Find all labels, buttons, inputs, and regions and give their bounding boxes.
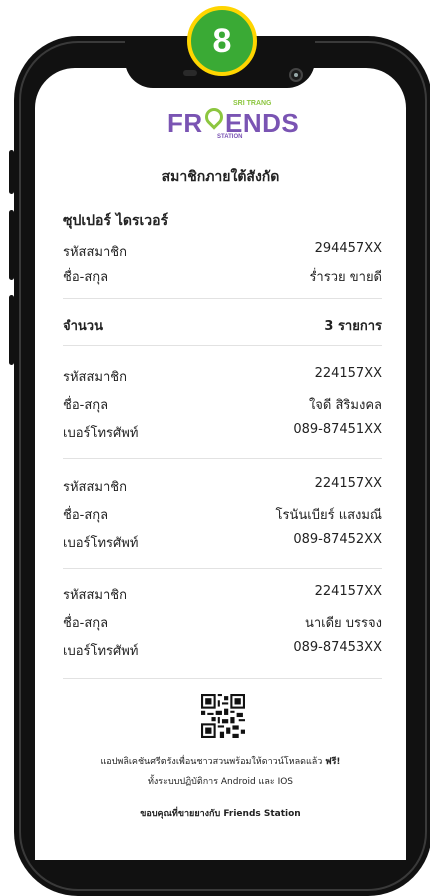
driver-name-value: ร่ำรวย ขายดี xyxy=(309,270,382,285)
divider xyxy=(63,345,382,346)
member-name-row: ชื่อ-สกุล โรนันเบียร์ แสงมณี xyxy=(63,504,382,525)
member-id-label: รหัสสมาชิก xyxy=(63,480,127,495)
member-name-value: โรนันเบียร์ แสงมณี xyxy=(275,508,382,523)
divider xyxy=(63,678,382,679)
footer-line1: แอปพลิเคชันศรีตรังเพื่อนชาวสวนพร้อมให้ดา… xyxy=(100,757,326,767)
member-id-label: รหัสสมาชิก xyxy=(63,370,127,385)
divider xyxy=(63,298,382,299)
qr-code[interactable] xyxy=(201,694,245,738)
member-phone-row: เบอร์โทรศัพท์ 089-87452XX xyxy=(63,532,382,553)
logo-station: STATION xyxy=(217,134,243,140)
volume-up-button xyxy=(9,210,14,280)
member-id-label: รหัสสมาชิก xyxy=(63,588,127,603)
member-name-label: ชื่อ-สกุล xyxy=(63,508,109,523)
volume-down-button xyxy=(9,295,14,365)
member-id-value: 224157XX xyxy=(314,476,382,491)
logo-fr: FR xyxy=(167,108,203,138)
member-id-row: รหัสสมาชิก 224157XX xyxy=(63,584,382,605)
footer-download-text: แอปพลิเคชันศรีตรังเพื่อนชาวสวนพร้อมให้ดา… xyxy=(35,754,406,768)
member-name-label: ชื่อ-สกุล xyxy=(63,616,109,631)
camera-icon xyxy=(289,68,303,82)
member-phone-value: 089-87453XX xyxy=(293,640,382,655)
driver-id-row: รหัสสมาชิก 294457XX xyxy=(63,241,382,262)
member-phone-label: เบอร์โทรศัพท์ xyxy=(63,644,139,659)
speaker-icon xyxy=(183,70,197,76)
member-phone-value: 089-87451XX xyxy=(293,422,382,437)
member-id-value: 224157XX xyxy=(314,366,382,381)
footer-platforms: ทั้งระบบปฏิบัติการ Android และ IOS xyxy=(147,777,294,787)
member-name-value: ใจดี สิริมงคล xyxy=(308,398,382,413)
footer-thanks: ขอบคุณที่ขายยางกับ Friends Station xyxy=(140,809,301,819)
app-screen: SRI TRANG FR ENDS STATION สมาชิกภายใต้สั… xyxy=(35,68,406,860)
member-id-row: รหัสสมาชิก 224157XX xyxy=(63,476,382,497)
divider xyxy=(63,458,382,459)
step-number-badge: 8 xyxy=(187,6,257,76)
driver-name-row: ชื่อ-สกุล ร่ำรวย ขายดี xyxy=(63,266,382,287)
member-phone-label: เบอร์โทรศัพท์ xyxy=(63,536,139,551)
driver-heading: ซุปเปอร์ ไดรเวอร์ xyxy=(63,213,169,229)
member-id-value: 224157XX xyxy=(314,584,382,599)
logo-sri-trang: SRI TRANG xyxy=(233,100,272,107)
member-phone-value: 089-87452XX xyxy=(293,532,382,547)
member-id-row: รหัสสมาชิก 224157XX xyxy=(63,366,382,387)
mute-button xyxy=(9,150,14,194)
member-name-value: นาเดีย บรรจง xyxy=(304,616,382,631)
count-value: 3 รายการ xyxy=(324,319,382,334)
driver-id-label: รหัสสมาชิก xyxy=(63,245,127,260)
count-row: จำนวน 3 รายการ xyxy=(63,315,382,336)
location-pin-icon xyxy=(201,104,227,130)
divider xyxy=(63,568,382,569)
member-name-row: ชื่อ-สกุล นาเดีย บรรจง xyxy=(63,612,382,633)
driver-name-label: ชื่อ-สกุล xyxy=(63,270,109,285)
count-label: จำนวน xyxy=(63,319,103,334)
page-title: สมาชิกภายใต้สังกัด xyxy=(161,169,280,185)
friends-station-logo: SRI TRANG FR ENDS STATION xyxy=(167,100,299,144)
member-name-row: ชื่อ-สกุล ใจดี สิริมงคล xyxy=(63,394,382,415)
member-phone-row: เบอร์โทรศัพท์ 089-87453XX xyxy=(63,640,382,661)
driver-id-value: 294457XX xyxy=(314,241,382,256)
member-phone-label: เบอร์โทรศัพท์ xyxy=(63,426,139,441)
member-name-label: ชื่อ-สกุล xyxy=(63,398,109,413)
footer-free: ฟรี! xyxy=(325,757,341,767)
member-phone-row: เบอร์โทรศัพท์ 089-87451XX xyxy=(63,422,382,443)
